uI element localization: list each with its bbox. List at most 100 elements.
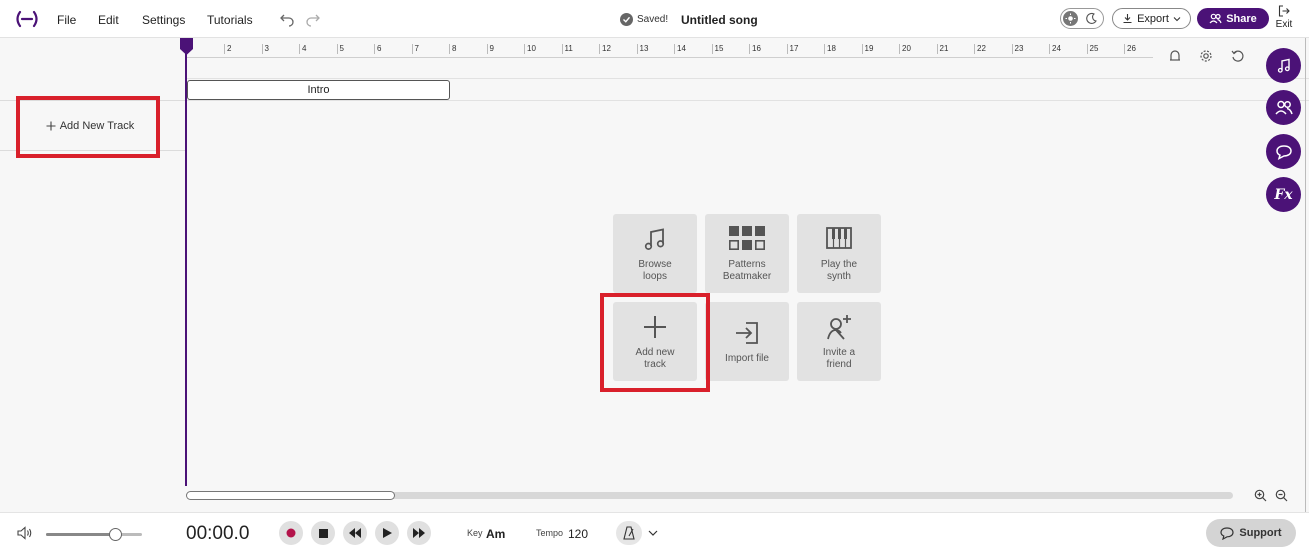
play-synth-tile[interactable]: Play the synth: [797, 214, 881, 293]
download-icon: [1123, 14, 1132, 24]
ruler-tick: [224, 44, 225, 54]
ruler-bar-number: 19: [864, 44, 874, 53]
tile-label: Browse: [638, 259, 672, 270]
add-new-track-label: Add New Track: [59, 120, 135, 132]
ruler-tick: [524, 44, 525, 54]
ruler-tick: [1011, 44, 1013, 54]
exit-button[interactable]: Exit: [1274, 5, 1294, 30]
music-note-icon: [640, 224, 670, 254]
exit-icon: [1278, 5, 1290, 17]
redo-icon[interactable]: [305, 11, 321, 27]
record-icon: [286, 528, 296, 538]
playhead-line: [185, 46, 187, 486]
support-label: Support: [1239, 527, 1282, 539]
import-icon: [732, 318, 762, 348]
add-new-track-button[interactable]: Add New Track: [20, 102, 160, 150]
ruler-tick: [374, 44, 375, 54]
theme-toggle[interactable]: [1060, 8, 1104, 29]
zoom-in-icon[interactable]: [1254, 489, 1267, 502]
ruler-bar-number: 4: [302, 44, 307, 53]
ruler-tick: [861, 44, 863, 54]
undo-icon[interactable]: [279, 11, 295, 27]
ruler-bar-number: 22: [977, 44, 986, 53]
invite-friend-tile[interactable]: Invite a friend: [797, 302, 881, 381]
gear-icon[interactable]: [1199, 49, 1213, 63]
ruler-tick: [636, 44, 638, 54]
tile-label: Invite a: [822, 347, 856, 358]
speaker-icon[interactable]: [17, 526, 33, 540]
record-button[interactable]: [279, 521, 303, 545]
add-person-icon: [824, 312, 854, 342]
ruler-bar-number: 24: [1052, 44, 1061, 53]
bandlab-logo-icon[interactable]: [14, 10, 40, 28]
music-note-icon: [1277, 58, 1290, 73]
collaborators-tool[interactable]: [1266, 90, 1301, 125]
ruler-bar-number: 16: [752, 44, 761, 53]
track-panel: Add New Track: [0, 38, 186, 512]
chat-tool[interactable]: [1266, 134, 1301, 169]
ruler-tick: [411, 44, 413, 54]
ruler-bar-number: 25: [1089, 44, 1099, 53]
share-button[interactable]: Share: [1197, 8, 1269, 29]
tempo-value[interactable]: 120: [568, 527, 588, 541]
ruler-tick: [936, 44, 938, 54]
plus-icon: [46, 121, 56, 131]
ruler-tick: [599, 44, 600, 54]
ruler-baseline: [186, 57, 1153, 58]
support-button[interactable]: Support: [1206, 519, 1296, 547]
ruler-bar-number: 6: [377, 44, 382, 53]
ruler-tick: [486, 44, 488, 54]
loop-icon[interactable]: [1168, 49, 1182, 63]
playhead-handle[interactable]: [180, 38, 193, 55]
tile-label: Add new: [635, 347, 675, 358]
rewind-button[interactable]: [343, 521, 367, 545]
stop-button[interactable]: [311, 521, 335, 545]
play-button[interactable]: [375, 521, 399, 545]
volume-knob[interactable]: [109, 528, 123, 541]
time-display: 00:00.0: [186, 523, 250, 544]
song-title[interactable]: Untitled song: [681, 13, 758, 27]
tile-label: Play the: [820, 259, 858, 270]
key-value[interactable]: Am: [486, 527, 505, 541]
plus-icon: [640, 312, 670, 342]
patterns-beatmaker-tile[interactable]: Patterns Beatmaker: [705, 214, 789, 293]
export-label: Export: [1137, 12, 1169, 25]
chevron-down-icon[interactable]: [647, 527, 659, 539]
menu-file[interactable]: File: [57, 13, 76, 27]
stop-icon: [318, 528, 328, 538]
rotate-icon[interactable]: [1231, 49, 1245, 63]
ruler-bar-number: 17: [789, 44, 799, 53]
top-bar: File Edit Settings Tutorials Saved! Unti…: [0, 0, 1309, 38]
ruler-tick: [1086, 44, 1088, 54]
ruler-bar-number: 18: [827, 44, 836, 53]
divider: [0, 150, 186, 151]
fx-tool[interactable]: Fx: [1266, 177, 1301, 212]
menu-settings[interactable]: Settings: [142, 13, 185, 27]
saved-label: Saved!: [637, 14, 669, 25]
tile-label: Import file: [725, 353, 769, 364]
add-new-track-tile[interactable]: Add new track: [613, 302, 697, 381]
section-intro[interactable]: Intro: [187, 80, 450, 100]
metronome-button[interactable]: [616, 521, 642, 545]
ruler-tick: [786, 44, 788, 54]
volume-fill: [46, 533, 116, 536]
tile-label: synth: [827, 271, 851, 282]
key-label: Key: [467, 528, 483, 538]
metronome-icon: [623, 526, 635, 540]
zoom-out-icon[interactable]: [1275, 489, 1288, 502]
menu-edit[interactable]: Edit: [98, 13, 119, 27]
moon-icon: [1085, 12, 1098, 25]
import-file-tile[interactable]: Import file: [705, 302, 789, 381]
fx-icon: Fx: [1274, 186, 1293, 203]
divider: [0, 100, 186, 101]
ruler-bar-number: 12: [602, 44, 611, 53]
export-button[interactable]: Export: [1112, 8, 1191, 29]
ruler-bar-number: 21: [939, 44, 949, 53]
volume-slider[interactable]: [46, 528, 142, 541]
menu-tutorials[interactable]: Tutorials: [207, 13, 253, 27]
timeline-ruler[interactable]: 2 3 4 5 6 7 8 9 10 11 12 13 14 15 16 17 18 19 20 21 22 23 24 25…: [186, 38, 1309, 58]
browse-loops-tile[interactable]: Browse loops: [613, 214, 697, 293]
fast-forward-button[interactable]: [407, 521, 431, 545]
timeline-scroll-thumb[interactable]: [186, 491, 395, 500]
browse-loops-tool[interactable]: [1266, 48, 1301, 83]
